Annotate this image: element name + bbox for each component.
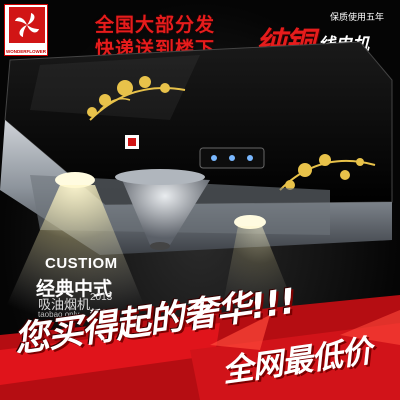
control-button-3 — [247, 155, 253, 161]
control-button-1 — [211, 155, 217, 161]
shipping-slogan-1: 全国大部分发 — [95, 14, 216, 36]
control-button-2 — [229, 155, 235, 161]
style-english-label: CUSTIOM — [45, 255, 118, 272]
pinwheel-logo-icon — [9, 7, 45, 43]
warranty-text: 保质使用五年 — [330, 13, 385, 23]
product-advertisement: WONDERFLOWER 全国大部分发 快递送到楼下 保质使用五年 纯铜 线电机 — [0, 0, 400, 400]
